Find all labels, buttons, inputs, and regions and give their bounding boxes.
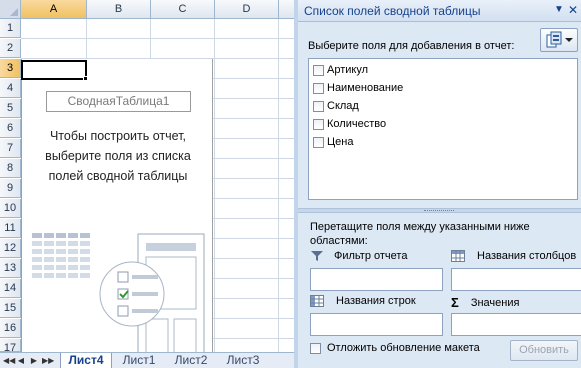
column-labels-label: Названия столбцов — [451, 250, 576, 262]
defer-update-label: Отложить обновление макета — [327, 342, 480, 354]
field-item-artikul[interactable]: Артикул — [313, 62, 368, 78]
row-header-13[interactable]: 13 — [0, 259, 21, 278]
pane-title-bar[interactable]: Список полей сводной таблицы ▼ ✕ — [298, 0, 581, 22]
values-drop-area[interactable] — [451, 313, 581, 336]
pivot-field-list-pane: Список полей сводной таблицы ▼ ✕ Выберит… — [294, 0, 581, 368]
field-list-box: Артикул Наименование Склад Количество Це… — [308, 58, 578, 200]
sheet-tab-list3[interactable]: Лист3 — [218, 353, 268, 368]
sheet-tabs-bar: ◀◀ ◀ ▶ ▶▶ Лист4 Лист1 Лист2 Лист3 — [0, 352, 294, 368]
gridline — [21, 38, 294, 39]
refresh-button[interactable]: Обновить — [510, 340, 578, 361]
pivot-table-placeholder[interactable]: СводнаяТаблица1 Чтобы построить отчет, в… — [21, 59, 213, 359]
row-header-6[interactable]: 6 — [0, 119, 21, 138]
defer-update-checkbox[interactable] — [310, 342, 321, 354]
column-header-e-partial[interactable] — [279, 0, 294, 19]
column-header-d[interactable]: D — [215, 0, 279, 19]
pivot-illustration-icon — [32, 233, 205, 359]
field-item-sklad[interactable]: Склад — [313, 98, 359, 114]
column-header-a[interactable]: A — [21, 0, 87, 19]
row-grid-icon — [310, 295, 324, 307]
sigma-icon: Σ — [451, 295, 459, 310]
defer-update-row[interactable]: Отложить обновление макета — [310, 342, 480, 354]
last-sheet-button[interactable]: ▶▶ — [42, 355, 54, 366]
prev-sheet-button[interactable]: ◀ — [16, 355, 26, 366]
pane-title: Список полей сводной таблицы — [304, 4, 481, 18]
field-layout-icon — [546, 31, 562, 48]
values-text: Значения — [470, 296, 520, 309]
row-header-2[interactable]: 2 — [0, 39, 21, 58]
field-item-kolichestvo[interactable]: Количество — [313, 116, 386, 132]
report-filter-drop-area[interactable] — [310, 268, 443, 291]
row-header-7[interactable]: 7 — [0, 139, 21, 158]
field-item-naimenovanie[interactable]: Наименование — [313, 80, 403, 96]
field-label: Артикул — [327, 64, 369, 76]
gridline — [214, 19, 215, 352]
row-header-16[interactable]: 16 — [0, 319, 21, 338]
gridline — [278, 19, 279, 352]
row-header-14[interactable]: 14 — [0, 279, 21, 298]
column-header-c[interactable]: C — [151, 0, 215, 19]
row-header-4[interactable]: 4 — [0, 79, 21, 98]
pivot-table-hint: Чтобы построить отчет, выберите поля из … — [45, 129, 191, 183]
field-checkbox[interactable] — [313, 118, 324, 130]
next-sheet-button[interactable]: ▶ — [29, 355, 39, 366]
field-label: Цена — [327, 136, 354, 148]
pivot-table-name: СводнаяТаблица1 — [46, 91, 191, 112]
row-header-8[interactable]: 8 — [0, 159, 21, 178]
row-header-9[interactable]: 9 — [0, 179, 21, 198]
field-checkbox[interactable] — [313, 100, 324, 112]
row-header-3[interactable]: 3 — [0, 59, 21, 78]
row-labels-text: Названия строк — [336, 295, 416, 307]
row-header-11[interactable]: 11 — [0, 219, 21, 238]
close-icon[interactable]: ✕ — [568, 3, 578, 17]
field-label: Наименование — [327, 82, 404, 94]
choose-fields-label: Выберите поля для добавления в отчет: — [308, 40, 515, 52]
pane-options-arrow-icon[interactable]: ▼ — [554, 3, 564, 17]
field-checkbox[interactable] — [313, 64, 324, 76]
row-labels-drop-area[interactable] — [310, 313, 443, 336]
row-header-5[interactable]: 5 — [0, 99, 21, 118]
column-labels-drop-area[interactable] — [451, 268, 581, 291]
field-checkbox[interactable] — [313, 82, 324, 94]
drag-fields-hint: Перетащите поля между указанными ниже об… — [310, 221, 530, 247]
row-header-10[interactable]: 10 — [0, 199, 21, 218]
column-grid-icon — [451, 250, 465, 262]
fill-handle[interactable] — [83, 76, 88, 81]
select-all-corner[interactable] — [0, 0, 21, 19]
row-header-12[interactable]: 12 — [0, 239, 21, 258]
first-sheet-button[interactable]: ◀◀ — [3, 355, 15, 366]
splitter-grip — [424, 210, 454, 211]
field-checkbox[interactable] — [313, 136, 324, 148]
pane-splitter[interactable] — [298, 208, 581, 213]
report-filter-label: Фильтр отчета — [310, 250, 407, 262]
sheet-tab-list1[interactable]: Лист1 — [114, 353, 164, 368]
dropdown-arrow-icon — [565, 38, 573, 42]
row-header-15[interactable]: 15 — [0, 299, 21, 318]
field-label: Склад — [327, 100, 359, 112]
field-layout-button[interactable] — [540, 28, 578, 52]
spreadsheet-grid: A B C D 1 2 3 4 5 6 7 8 9 10 11 12 13 14… — [0, 0, 294, 368]
report-filter-text: Фильтр отчета — [334, 250, 408, 262]
active-cell-a3[interactable] — [21, 60, 87, 80]
field-item-tsena[interactable]: Цена — [313, 134, 353, 150]
row-header-17[interactable]: 17 — [0, 339, 21, 354]
values-label: Σ Значения — [451, 295, 519, 310]
row-header-1[interactable]: 1 — [0, 19, 21, 38]
column-labels-text: Названия столбцов — [477, 250, 577, 262]
row-labels-label: Названия строк — [310, 295, 416, 307]
sheet-tab-list2[interactable]: Лист2 — [166, 353, 216, 368]
filter-icon — [311, 251, 323, 261]
sheet-tab-list4[interactable]: Лист4 — [60, 353, 112, 368]
column-header-b[interactable]: B — [87, 0, 151, 19]
field-label: Количество — [327, 118, 387, 130]
